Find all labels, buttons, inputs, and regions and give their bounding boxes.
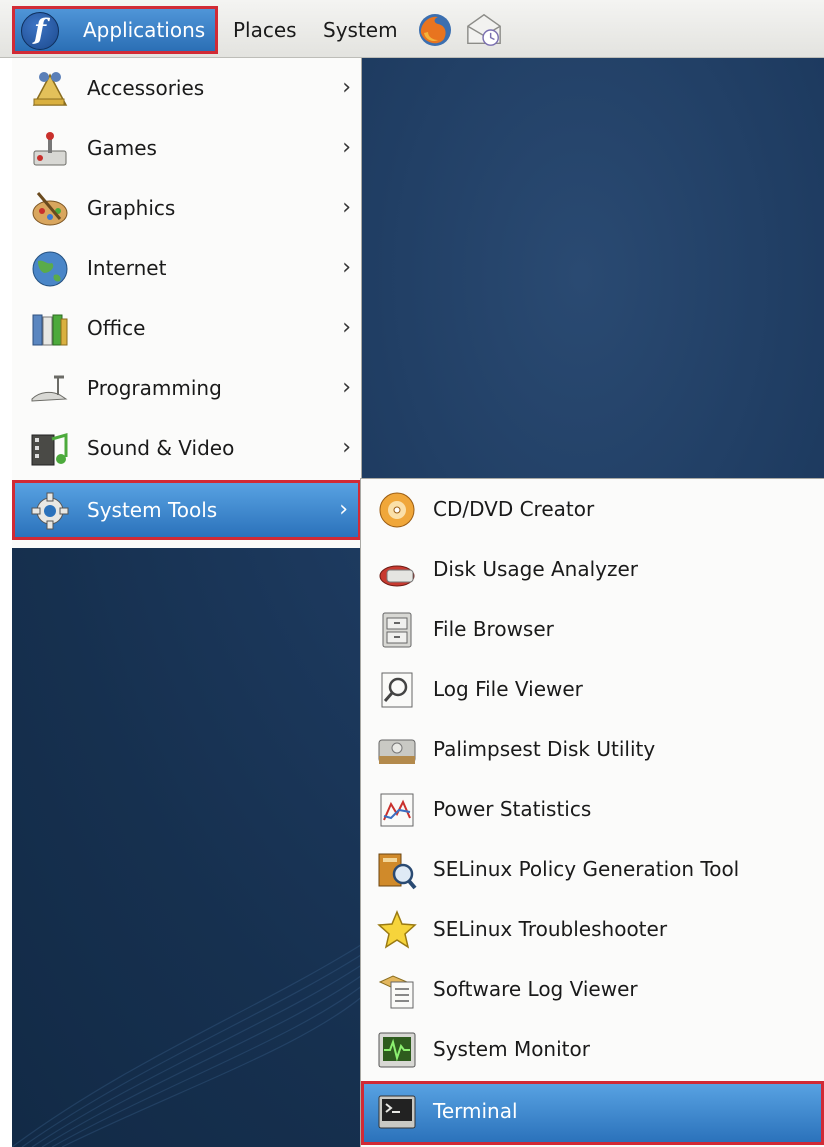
system-monitor-icon: [378, 1032, 416, 1068]
programming-icon: [31, 375, 68, 402]
file-browser-icon: [382, 612, 412, 648]
menu-item-office[interactable]: Office ›: [12, 298, 361, 358]
chevron-right-icon: ›: [342, 75, 351, 100]
menu-item-label: SELinux Policy Generation Tool: [433, 857, 740, 881]
top-panel: f Applications Places System: [0, 0, 824, 58]
menu-item-label: Terminal: [433, 1099, 518, 1123]
menu-item-label: Programming: [87, 376, 222, 400]
system-tools-gear-icon: [31, 492, 69, 530]
system-menu-button[interactable]: System: [323, 8, 398, 52]
chevron-right-icon: ›: [342, 255, 351, 280]
menu-item-file-browser[interactable]: File Browser: [361, 599, 824, 659]
menu-item-selinux-troubleshooter[interactable]: SELinux Troubleshooter: [361, 899, 824, 959]
menu-item-label: Software Log Viewer: [433, 977, 638, 1001]
mail-notification-icon[interactable]: [465, 11, 503, 49]
menu-item-accessories[interactable]: Accessories ›: [12, 58, 361, 118]
menu-item-label: System Monitor: [433, 1037, 590, 1061]
disk-utility-icon: [378, 739, 416, 764]
menu-item-palimpsest-disk-utility[interactable]: Palimpsest Disk Utility: [361, 719, 824, 779]
menu-item-label: Power Statistics: [433, 797, 592, 821]
places-menu-button[interactable]: Places: [233, 8, 297, 52]
menu-item-label: Games: [87, 136, 157, 160]
applications-label: Applications: [83, 18, 206, 42]
chevron-right-icon: ›: [342, 435, 351, 460]
menu-item-disk-usage-analyzer[interactable]: Disk Usage Analyzer: [361, 539, 824, 599]
menu-item-internet[interactable]: Internet ›: [12, 238, 361, 298]
menu-item-label: CD/DVD Creator: [433, 497, 595, 521]
menu-item-label: Office: [87, 316, 146, 340]
system-tools-submenu: CD/DVD Creator Disk Usage Analyzer File …: [360, 478, 824, 1147]
menu-item-log-file-viewer[interactable]: Log File Viewer: [361, 659, 824, 719]
chevron-right-icon: ›: [339, 497, 348, 522]
selinux-policy-icon: [378, 853, 417, 890]
menu-item-system-monitor[interactable]: System Monitor: [361, 1019, 824, 1079]
applications-menu-button[interactable]: f Applications: [12, 6, 218, 54]
selinux-troubleshooter-star-icon: [377, 910, 417, 949]
menu-item-label: Sound & Video: [87, 436, 235, 460]
menu-item-label: File Browser: [433, 617, 554, 641]
firefox-icon[interactable]: [416, 11, 454, 49]
games-icon: [33, 132, 67, 166]
menu-item-selinux-policy-generation-tool[interactable]: SELinux Policy Generation Tool: [361, 839, 824, 899]
menu-item-software-log-viewer[interactable]: Software Log Viewer: [361, 959, 824, 1019]
menu-item-system-tools[interactable]: System Tools ›: [12, 480, 361, 540]
menu-item-label: Graphics: [87, 196, 176, 220]
menu-item-label: Palimpsest Disk Utility: [433, 737, 656, 761]
terminal-icon: [378, 1095, 416, 1129]
menu-item-label: Internet: [87, 256, 167, 280]
chevron-right-icon: ›: [342, 135, 351, 160]
menu-item-graphics[interactable]: Graphics ›: [12, 178, 361, 238]
menu-item-programming[interactable]: Programming ›: [12, 358, 361, 418]
software-log-viewer-icon: [378, 975, 414, 1009]
menu-item-sound-video[interactable]: Sound & Video ›: [12, 418, 361, 478]
sound-video-icon: [31, 433, 68, 466]
applications-menu: Accessories › Games › Graphics › Interne…: [12, 58, 362, 548]
chevron-right-icon: ›: [342, 195, 351, 220]
cd-dvd-creator-icon: [379, 492, 415, 528]
disk-usage-icon: [379, 565, 415, 587]
menu-item-games[interactable]: Games ›: [12, 118, 361, 178]
log-file-viewer-icon: [381, 672, 413, 708]
menu-item-label: SELinux Troubleshooter: [433, 917, 668, 941]
chevron-right-icon: ›: [342, 375, 351, 400]
power-statistics-icon: [380, 793, 414, 827]
chevron-right-icon: ›: [342, 315, 351, 340]
accessories-icon: [32, 72, 68, 106]
graphics-icon: [32, 192, 68, 226]
office-icon: [32, 314, 68, 346]
menu-item-label: Accessories: [87, 76, 205, 100]
menu-item-label: Log File Viewer: [433, 677, 583, 701]
menu-item-terminal[interactable]: Terminal: [361, 1081, 824, 1145]
fedora-logo-icon: f: [21, 12, 59, 50]
menu-item-cd-dvd-creator[interactable]: CD/DVD Creator: [361, 479, 824, 539]
menu-item-power-statistics[interactable]: Power Statistics: [361, 779, 824, 839]
menu-item-label: Disk Usage Analyzer: [433, 557, 639, 581]
internet-globe-icon: [32, 251, 68, 287]
menu-item-label: System Tools: [87, 498, 218, 522]
